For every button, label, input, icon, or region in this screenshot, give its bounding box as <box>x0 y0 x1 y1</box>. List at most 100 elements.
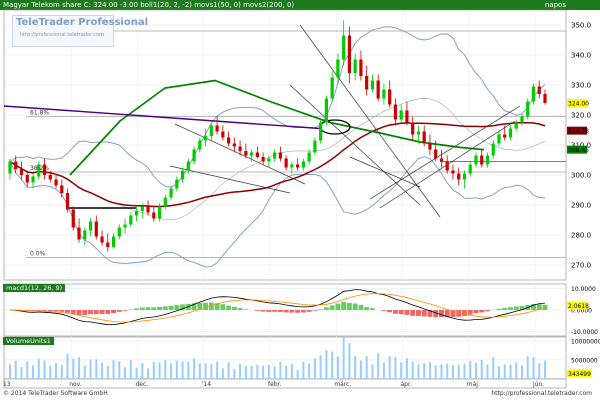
candle-body <box>278 152 282 159</box>
candle-body <box>342 35 346 60</box>
candle-body <box>296 164 300 168</box>
candle-body <box>54 179 58 186</box>
macd-histogram-bar <box>387 310 393 313</box>
candle-body <box>273 152 277 159</box>
macd-histogram-bar <box>237 308 243 310</box>
candle-body <box>422 131 426 144</box>
macd-histogram-bar <box>289 310 295 313</box>
candle-body <box>503 134 507 138</box>
candle-body <box>336 59 340 78</box>
candle-body <box>157 206 162 219</box>
candle-body <box>123 224 127 228</box>
macd-histogram-bar <box>116 310 122 312</box>
volume-bar <box>118 361 121 379</box>
volume-bar <box>348 343 351 379</box>
volume-bar <box>32 365 35 379</box>
macd-histogram-bar <box>462 310 467 316</box>
volume-bar <box>158 362 161 379</box>
volume-bar <box>78 357 81 379</box>
candle-body <box>129 215 133 225</box>
candle-body <box>65 193 70 210</box>
volume-bar <box>388 356 391 379</box>
candle-body <box>416 131 421 135</box>
candle-body <box>313 140 317 153</box>
candle-body <box>209 125 213 136</box>
volume-bar <box>544 360 546 379</box>
candle-body <box>393 104 398 120</box>
macd-histogram-bar <box>134 308 140 310</box>
volume-bar <box>290 364 293 379</box>
volume-bar <box>526 356 529 379</box>
candle-body <box>71 209 75 228</box>
candle-body <box>497 134 501 144</box>
macd-histogram-bar <box>300 310 306 313</box>
candle-body <box>163 197 167 207</box>
volume-bar <box>538 363 541 379</box>
volume-bar <box>371 364 374 379</box>
macd-histogram-bar <box>226 305 232 310</box>
candle-body <box>152 212 156 219</box>
price-tick-label: 300.0 <box>571 172 591 180</box>
macd-histogram-bar <box>272 310 278 312</box>
fib-level-label: 61.8% <box>30 110 49 117</box>
candle-body <box>520 116 524 123</box>
candle-body <box>468 164 472 174</box>
volume-bar <box>170 363 173 379</box>
volume-bar <box>296 369 299 379</box>
volume-bar <box>72 358 75 379</box>
volume-bar <box>66 354 69 379</box>
macd-histogram-bar <box>421 310 427 317</box>
candle-body <box>324 98 328 123</box>
candle-body <box>180 170 185 180</box>
candle-body <box>370 80 375 90</box>
candle-body <box>221 131 225 138</box>
candle-body <box>508 128 513 138</box>
candle-body <box>60 185 64 193</box>
volume-bar <box>175 360 178 379</box>
candle-body <box>244 151 248 156</box>
candle-body <box>192 149 196 162</box>
macd-pane-title: macd1(12, 26, 9) <box>3 284 66 292</box>
volume-bar <box>250 365 253 379</box>
macd-histogram-bar <box>36 310 42 311</box>
macd-histogram-bar <box>128 309 134 310</box>
candle-body <box>491 143 495 156</box>
macd-histogram-bar <box>473 310 479 314</box>
volume-bar <box>181 361 184 379</box>
macd-histogram-bar <box>277 310 283 312</box>
candle-body <box>382 89 386 99</box>
volume-bar <box>14 360 17 379</box>
macd-histogram-bar <box>508 307 513 310</box>
macd-histogram-bar <box>410 310 416 316</box>
last-value-label: 308.45 <box>568 147 589 154</box>
x-axis-label: 13 <box>3 381 11 388</box>
macd-histogram-bar <box>203 302 209 310</box>
candle-body <box>319 122 323 141</box>
chart-canvas[interactable]: 270.0280.0290.0300.0310.0320.0330.0340.0… <box>0 0 600 400</box>
candle-body <box>514 122 518 129</box>
candle-body <box>428 143 432 150</box>
x-axis-label: dec. <box>136 381 149 388</box>
macd-histogram-bar <box>404 310 410 316</box>
macd-histogram-bar <box>335 303 341 310</box>
footer-url[interactable]: http://professional.teletrader.com <box>491 390 592 397</box>
x-axis-band <box>3 378 567 389</box>
candle-body <box>347 35 352 73</box>
candle-body <box>462 173 467 180</box>
volume-bar <box>532 357 535 379</box>
volume-bar <box>262 365 265 379</box>
volume-bar <box>210 363 213 379</box>
last-value-label: 314.78 <box>568 128 589 135</box>
candle-body <box>83 230 87 240</box>
volume-bar <box>256 364 259 379</box>
macd-histogram-bar <box>329 305 335 310</box>
price-tick-label: 270.0 <box>571 262 591 270</box>
candle-body <box>37 164 41 177</box>
candle-body <box>31 176 35 183</box>
x-axis-label: márc. <box>334 381 351 388</box>
macd-last-value: 2.0618 <box>568 303 589 310</box>
macd-histogram-bar <box>139 307 145 310</box>
volume-bar <box>440 364 443 379</box>
candle-body <box>169 188 173 198</box>
volume-bar <box>135 367 138 379</box>
